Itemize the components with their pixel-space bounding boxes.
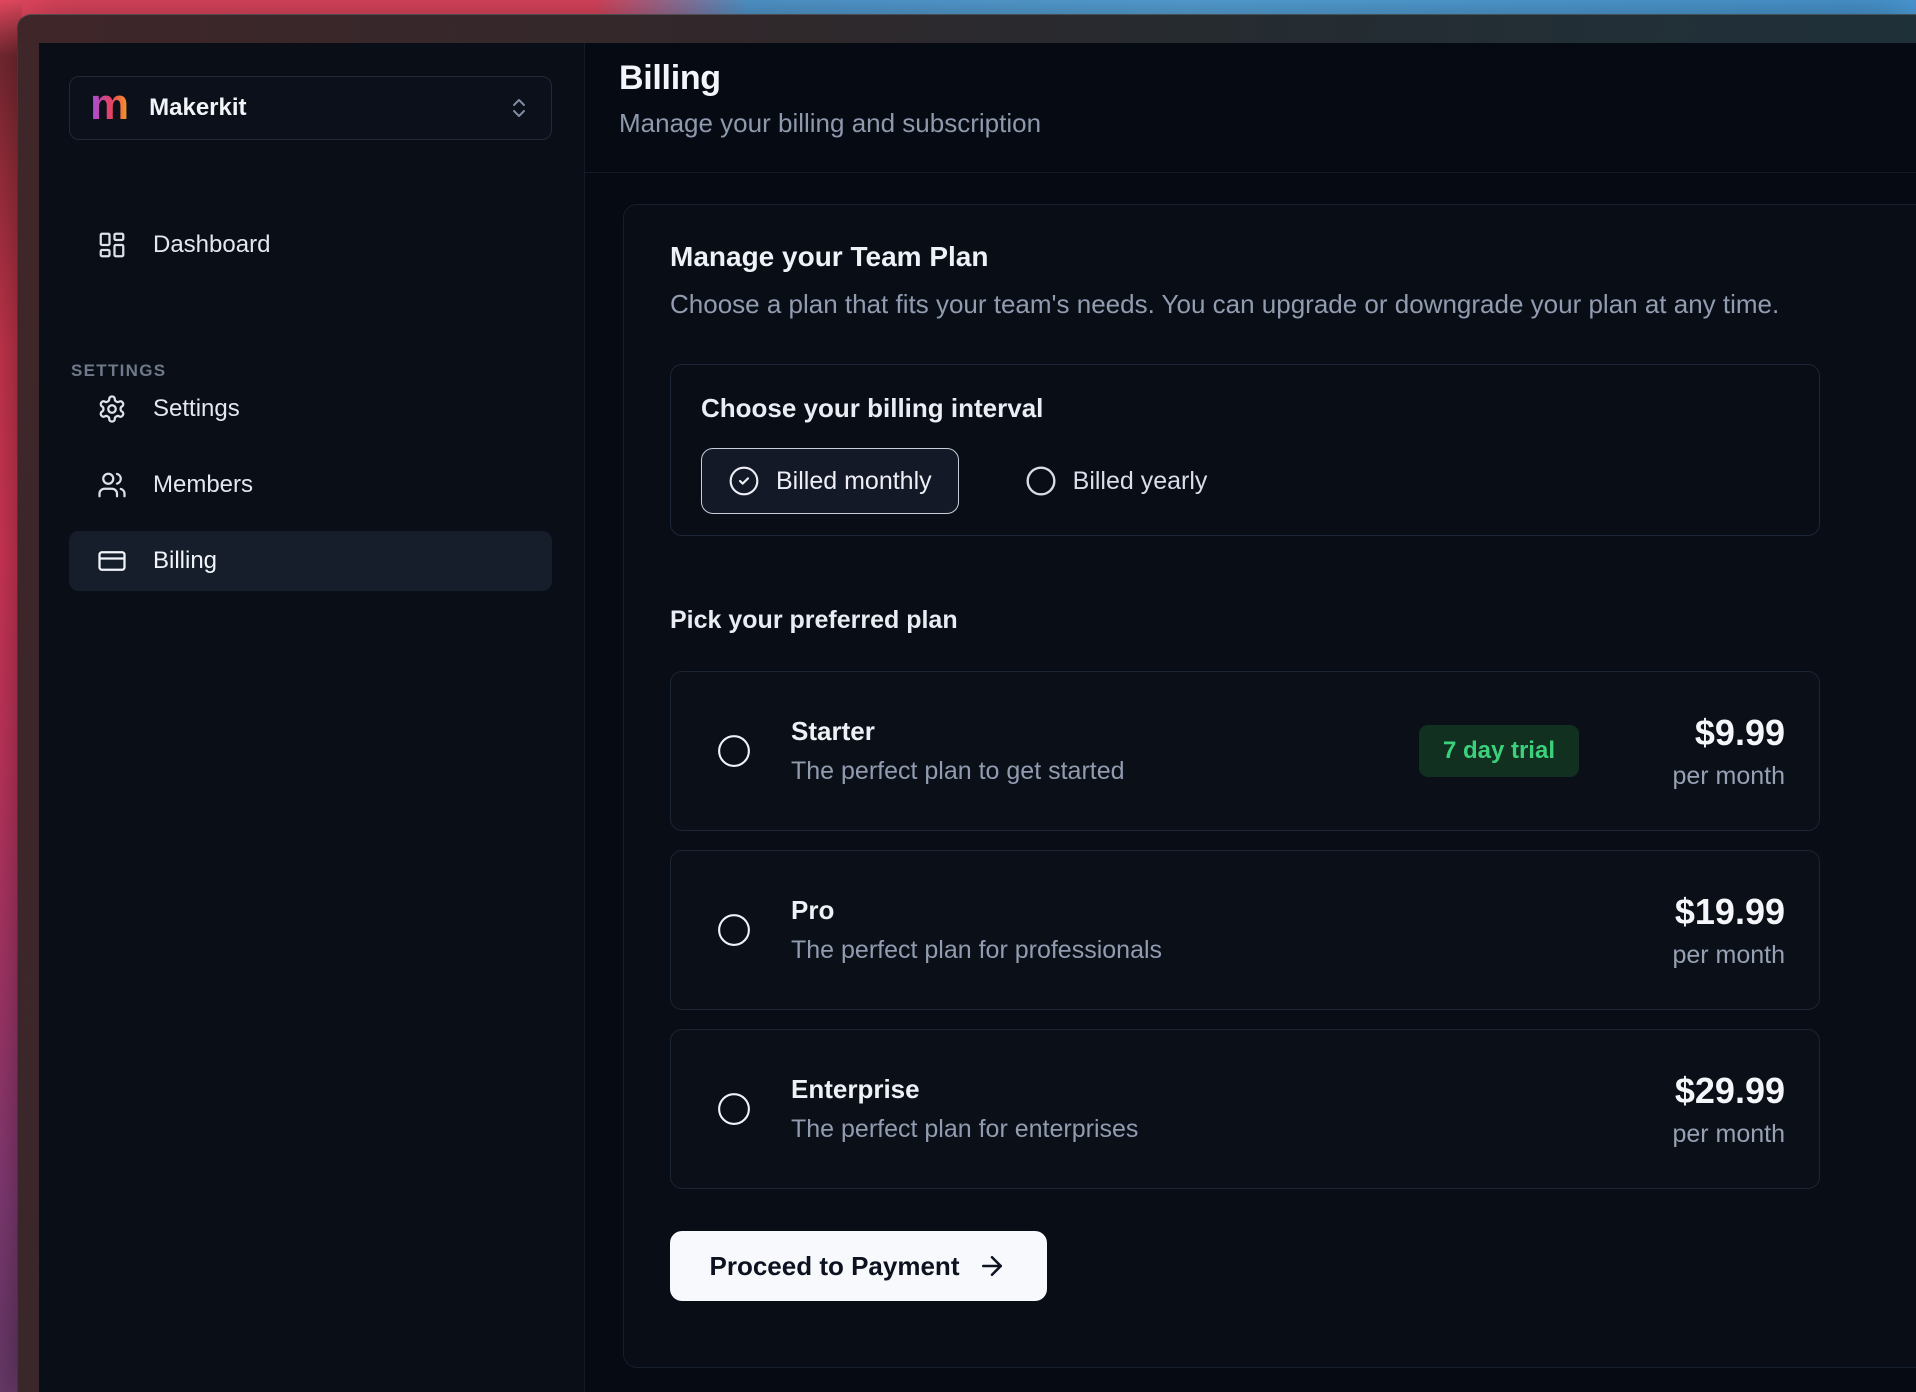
price-block: $19.99 per month — [1635, 891, 1785, 970]
plan-price: $19.99 — [1635, 891, 1785, 933]
plan-name: Starter — [791, 716, 1125, 747]
team-selector[interactable]: m Makerkit — [69, 76, 552, 140]
plan-price: $29.99 — [1635, 1070, 1785, 1112]
plan-period: per month — [1635, 1120, 1785, 1149]
plan-description: The perfect plan for enterprises — [791, 1115, 1138, 1144]
sidebar-section-settings: SETTINGS — [39, 361, 166, 381]
billed-yearly-option[interactable]: Billed yearly — [1025, 465, 1208, 497]
plan-text: Enterprise The perfect plan for enterpri… — [791, 1074, 1138, 1144]
plan-description: The perfect plan to get started — [791, 757, 1125, 786]
billing-interval-options: Billed monthly Billed yearly — [701, 448, 1789, 514]
proceed-to-payment-button[interactable]: Proceed to Payment — [670, 1231, 1047, 1301]
card-subtitle: Choose a plan that fits your team's need… — [670, 289, 1916, 320]
billed-yearly-label: Billed yearly — [1073, 467, 1208, 496]
sidebar-item-settings[interactable]: Settings — [69, 385, 552, 433]
makerkit-logo: m — [90, 83, 129, 127]
app-window: m Makerkit Dashboard SETTINGS Settings — [17, 14, 1916, 1392]
sidebar-item-label: Settings — [153, 395, 240, 423]
sidebar-item-label: Members — [153, 471, 253, 499]
plan-row-enterprise[interactable]: Enterprise The perfect plan for enterpri… — [670, 1029, 1820, 1189]
billed-monthly-option[interactable]: Billed monthly — [701, 448, 959, 514]
sidebar-item-members[interactable]: Members — [69, 461, 552, 509]
page-header: Billing Manage your billing and subscrip… — [585, 43, 1916, 173]
main-content: Billing Manage your billing and subscrip… — [585, 43, 1916, 1392]
credit-card-icon — [97, 546, 127, 576]
chevrons-up-down-icon — [507, 96, 531, 120]
team-plan-card: Manage your Team Plan Choose a plan that… — [623, 204, 1916, 1368]
plan-text: Starter The perfect plan to get started — [791, 716, 1125, 786]
radio-icon[interactable] — [717, 734, 751, 768]
plan-price: $9.99 — [1635, 712, 1785, 754]
trial-badge: 7 day trial — [1419, 725, 1579, 777]
plan-name: Enterprise — [791, 1074, 1138, 1105]
radio-icon[interactable] — [717, 913, 751, 947]
plan-row-pro[interactable]: Pro The perfect plan for professionals $… — [670, 850, 1820, 1010]
sidebar-item-label: Dashboard — [153, 231, 270, 259]
plan-period: per month — [1635, 762, 1785, 791]
sidebar-item-dashboard[interactable]: Dashboard — [69, 221, 552, 269]
plan-text: Pro The perfect plan for professionals — [791, 895, 1162, 965]
plan-period: per month — [1635, 941, 1785, 970]
team-name: Makerkit — [149, 94, 246, 122]
layout-dashboard-icon — [97, 230, 127, 260]
plan-list: Starter The perfect plan to get started … — [670, 671, 1916, 1189]
price-block: $9.99 per month — [1635, 712, 1785, 791]
page-title: Billing — [619, 59, 1916, 98]
sidebar: m Makerkit Dashboard SETTINGS Settings — [39, 43, 585, 1392]
users-icon — [97, 470, 127, 500]
gear-icon — [97, 394, 127, 424]
app-root: m Makerkit Dashboard SETTINGS Settings — [39, 43, 1916, 1392]
radio-icon[interactable] — [717, 1092, 751, 1126]
sidebar-item-billing[interactable]: Billing — [69, 531, 552, 591]
billing-interval-label: Choose your billing interval — [701, 393, 1789, 424]
proceed-to-payment-label: Proceed to Payment — [710, 1251, 960, 1282]
pick-plan-label: Pick your preferred plan — [670, 606, 1916, 635]
billing-interval-group: Choose your billing interval Billed mont… — [670, 364, 1820, 536]
plan-row-starter[interactable]: Starter The perfect plan to get started … — [670, 671, 1820, 831]
page-subtitle: Manage your billing and subscription — [619, 108, 1916, 139]
price-block: $29.99 per month — [1635, 1070, 1785, 1149]
plan-description: The perfect plan for professionals — [791, 936, 1162, 965]
billed-monthly-label: Billed monthly — [776, 467, 932, 496]
sidebar-item-label: Billing — [153, 547, 217, 575]
arrow-right-icon — [977, 1251, 1007, 1281]
circle-radio-icon — [1025, 465, 1057, 497]
plan-name: Pro — [791, 895, 1162, 926]
card-title: Manage your Team Plan — [670, 241, 1916, 273]
circle-check-icon — [728, 465, 760, 497]
